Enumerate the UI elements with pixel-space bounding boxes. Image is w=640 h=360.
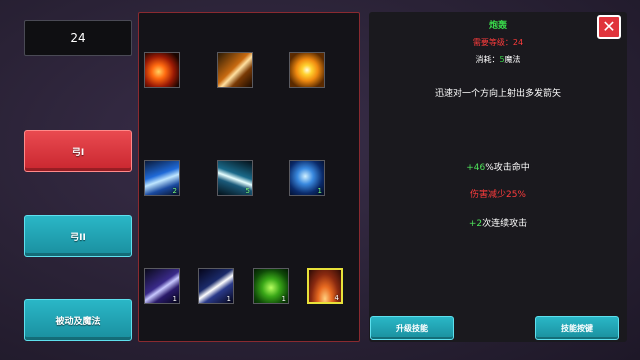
explosion-icon xyxy=(290,53,324,87)
skill-slot-arrow-strike[interactable] xyxy=(217,52,253,88)
tab-passive-magic[interactable]: 被动及魔法 xyxy=(24,299,132,341)
skill-slot-poison-bow[interactable]: 1 xyxy=(253,268,289,304)
skill-slot-explosion[interactable] xyxy=(289,52,325,88)
tab-bow-1[interactable]: 弓I xyxy=(24,130,132,172)
tab-bow-1-label: 弓I xyxy=(71,147,85,158)
bonus-hit: +46%攻击命中 xyxy=(466,163,530,173)
skill-description: 迅速对一个方向上射出多发箭矢 xyxy=(434,89,561,99)
skill-slot-arrow[interactable]: 1 xyxy=(144,268,180,304)
arrow-strike-icon xyxy=(218,53,252,87)
fire-arrow-icon xyxy=(145,53,179,87)
skill-slot-ice-arrow[interactable]: 2 xyxy=(144,160,180,196)
tab-bow-2-label: 弓II xyxy=(70,232,86,243)
skill-slot-multi-arrow[interactable]: 5 xyxy=(217,160,253,196)
skill-slot-fire-arrow[interactable] xyxy=(144,52,180,88)
skill-hotkey-label: 技能按键 xyxy=(561,323,593,333)
skill-points-display: 24 xyxy=(24,20,132,56)
skill-hotkey-button[interactable]: 技能按键 xyxy=(535,316,619,340)
skill-name: 炮轰 xyxy=(488,21,507,31)
tab-passive-magic-label: 被动及魔法 xyxy=(55,316,101,327)
tab-bow-2[interactable]: 弓II xyxy=(24,215,132,257)
bonus-combo: +2次连续攻击 xyxy=(468,219,528,229)
bonus-damage: 伤害减少25% xyxy=(469,190,526,200)
skill-cost: 消耗：5魔法 xyxy=(475,55,521,64)
skill-slot-arrow-burst[interactable]: 4 xyxy=(307,268,343,304)
upgrade-skill-button[interactable]: 升级技能 xyxy=(370,316,454,340)
skill-slot-frost-shot[interactable]: 1 xyxy=(289,160,325,196)
skill-points-value: 24 xyxy=(70,31,86,45)
upgrade-skill-label: 升级技能 xyxy=(396,323,428,333)
skill-slot-piercing-arrow[interactable]: 1 xyxy=(198,268,234,304)
skill-requirement: 需要等级：24 xyxy=(472,38,524,47)
